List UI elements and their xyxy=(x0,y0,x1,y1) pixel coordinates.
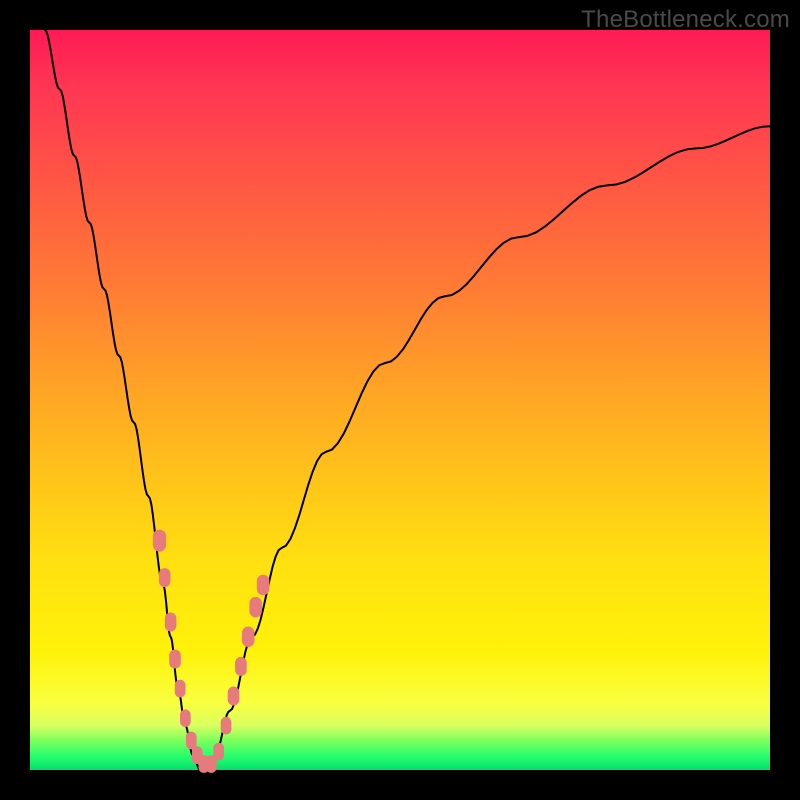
curve-marker xyxy=(180,709,191,727)
curve-marker xyxy=(221,717,232,735)
chart-svg xyxy=(30,30,770,770)
curve-marker xyxy=(165,613,177,632)
curve-marker xyxy=(228,687,240,706)
watermark-text: TheBottleneck.com xyxy=(581,6,790,34)
curve-path xyxy=(45,30,770,770)
curve-markers xyxy=(153,530,269,773)
curve-marker xyxy=(213,743,224,761)
chart-frame: TheBottleneck.com xyxy=(0,0,800,800)
curve-marker xyxy=(235,657,247,676)
curve-marker xyxy=(242,627,255,648)
curve-marker xyxy=(153,530,166,552)
bottleneck-curve xyxy=(45,30,770,770)
curve-marker xyxy=(186,732,197,750)
curve-marker xyxy=(175,680,186,698)
chart-plot-area xyxy=(30,30,770,770)
curve-marker xyxy=(257,575,270,596)
curve-marker xyxy=(159,568,171,587)
curve-marker xyxy=(249,597,262,618)
curve-marker xyxy=(169,650,181,669)
